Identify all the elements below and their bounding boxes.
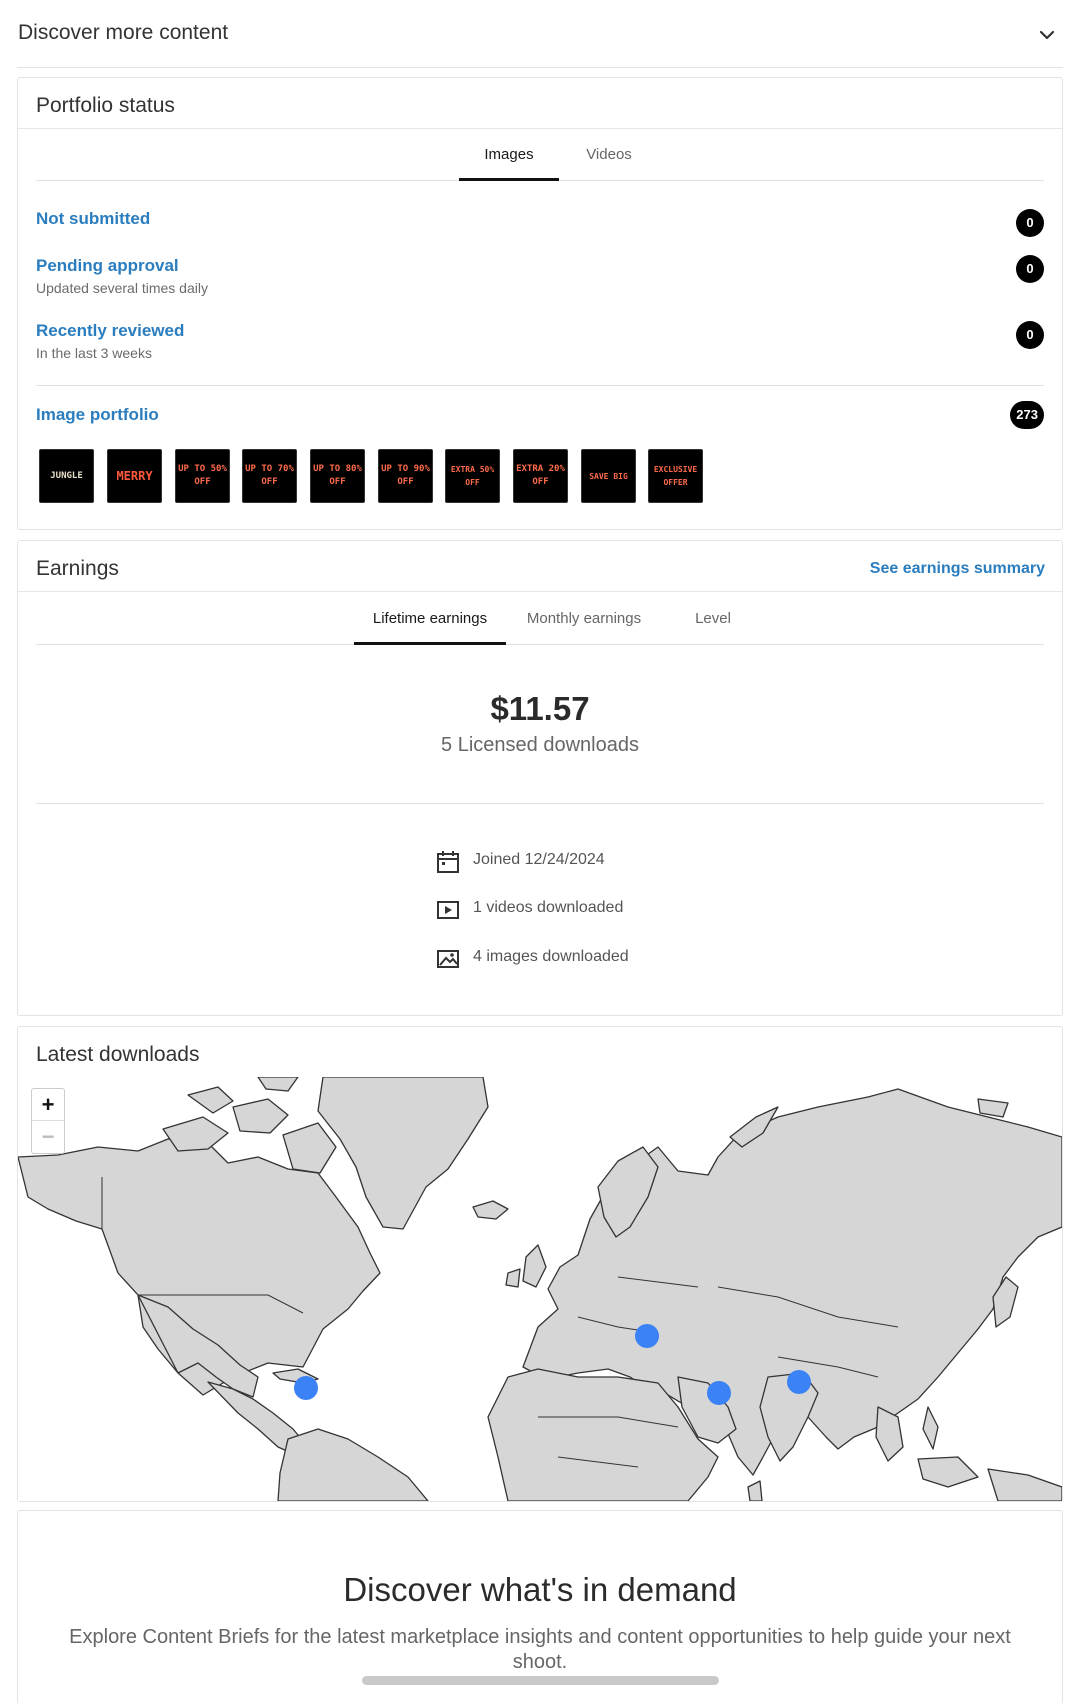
download-marker[interactable] <box>787 1370 811 1394</box>
tab-lifetime-earnings[interactable]: Lifetime earnings <box>354 593 506 645</box>
thumbnail[interactable]: UP TO 80% OFF <box>310 449 365 503</box>
tab-images[interactable]: Images <box>459 129 559 181</box>
status-row-recently-reviewed: Recently reviewed In the last 3 weeks 0 <box>36 321 1044 371</box>
tab-monthly-earnings[interactable]: Monthly earnings <box>506 593 662 645</box>
discover-more-title: Discover more content <box>18 21 229 44</box>
thumbnail[interactable]: UP TO 70% OFF <box>242 449 297 503</box>
lifetime-earnings-amount: $11.57 <box>490 690 590 727</box>
image-portfolio-row: Image portfolio 273 <box>36 401 1044 441</box>
earnings-card: Earnings See earnings summary Lifetime e… <box>17 540 1063 1016</box>
not-submitted-count: 0 <box>1016 209 1044 237</box>
thumbnail[interactable]: JUNGLE <box>39 449 94 503</box>
world-map[interactable] <box>18 1077 1062 1501</box>
demand-description: Explore Content Briefs for the latest ma… <box>69 1626 1011 1673</box>
download-marker[interactable] <box>294 1376 318 1400</box>
download-marker[interactable] <box>635 1324 659 1348</box>
thumbnail[interactable]: UP TO 90% OFF <box>378 449 433 503</box>
latest-downloads-title: Latest downloads <box>36 1043 200 1066</box>
discover-more-header[interactable]: Discover more content <box>0 0 1080 68</box>
status-row-not-submitted: Not submitted 0 <box>36 209 1044 249</box>
zoom-out-button[interactable]: − <box>32 1121 64 1153</box>
latest-downloads-card: Latest downloads + − <box>17 1026 1063 1502</box>
pending-approval-link[interactable]: Pending approval <box>36 256 179 276</box>
tab-level[interactable]: Level <box>672 593 754 645</box>
pending-approval-count: 0 <box>1016 255 1044 283</box>
image-portfolio-link[interactable]: Image portfolio <box>36 405 159 425</box>
thumbnail[interactable]: UP TO 50% OFF <box>175 449 230 503</box>
recently-reviewed-count: 0 <box>1016 321 1044 349</box>
calendar-icon <box>437 851 459 873</box>
header-divider <box>17 67 1063 68</box>
not-submitted-link[interactable]: Not submitted <box>36 209 150 229</box>
tab-videos[interactable]: Videos <box>559 129 659 181</box>
status-row-pending: Pending approval Updated several times d… <box>36 255 1044 306</box>
recently-reviewed-sub: In the last 3 weeks <box>36 345 152 361</box>
videos-downloaded: 1 videos downloaded <box>473 899 624 916</box>
portfolio-status-card: Portfolio status Images Videos Not submi… <box>17 77 1063 530</box>
earnings-header: Earnings See earnings summary <box>18 541 1062 592</box>
map-zoom-control: + − <box>31 1088 65 1154</box>
horizontal-scrollbar[interactable] <box>362 1676 719 1685</box>
portfolio-header: Portfolio status <box>18 78 1062 129</box>
earnings-title: Earnings <box>36 557 119 580</box>
see-earnings-summary-link[interactable]: See earnings summary <box>870 560 1045 578</box>
demand-title: Discover what's in demand <box>343 1571 737 1608</box>
portfolio-divider <box>36 385 1044 386</box>
download-marker[interactable] <box>707 1381 731 1405</box>
chevron-down-icon[interactable] <box>1036 24 1058 46</box>
zoom-in-button[interactable]: + <box>32 1089 64 1121</box>
demand-card: Discover what's in demand Explore Conten… <box>17 1510 1063 1704</box>
thumbnail[interactable]: EXCLUSIVE OFFER <box>648 449 703 503</box>
joined-date: Joined 12/24/2024 <box>473 851 605 868</box>
video-icon <box>437 901 459 919</box>
thumbnail[interactable]: SAVE BIG <box>581 449 636 503</box>
pending-approval-sub: Updated several times daily <box>36 280 208 296</box>
portfolio-tabs: Images Videos <box>36 129 1044 181</box>
thumbnail[interactable]: MERRY <box>107 449 162 503</box>
recently-reviewed-link[interactable]: Recently reviewed <box>36 321 184 341</box>
earnings-tabs: Lifetime earnings Monthly earnings Level <box>36 593 1044 645</box>
images-downloaded: 4 images downloaded <box>473 948 629 965</box>
thumbnail[interactable]: EXTRA 50% OFF <box>445 449 500 503</box>
thumbnail[interactable]: EXTRA 20% OFF <box>513 449 568 503</box>
portfolio-title: Portfolio status <box>36 94 175 117</box>
licensed-downloads: 5 Licensed downloads <box>441 734 639 756</box>
earnings-divider <box>36 803 1044 804</box>
image-portfolio-count: 273 <box>1010 401 1044 429</box>
image-icon <box>437 950 459 968</box>
downloads-map[interactable]: + − <box>18 1077 1062 1501</box>
